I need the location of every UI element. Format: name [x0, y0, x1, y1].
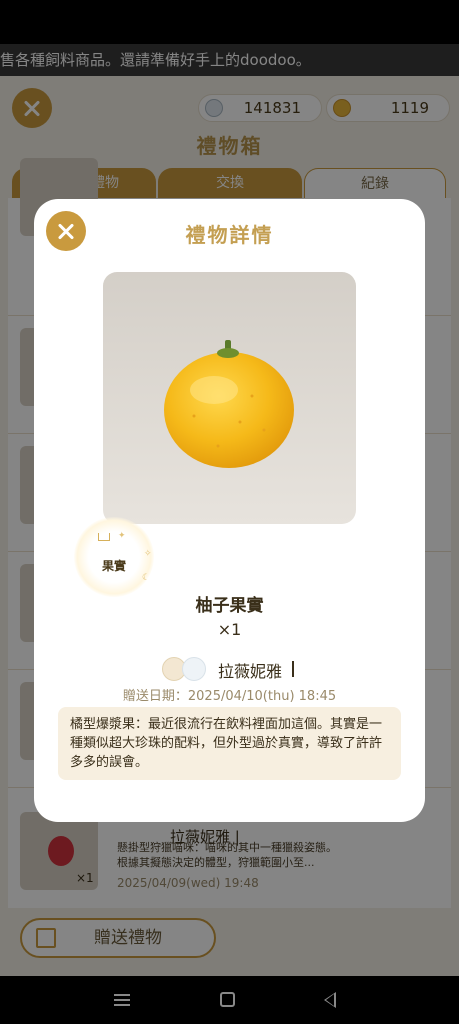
- gift-detail-modal: 禮物詳情 ✦ ✧ ☾ 果實 柚子果實 ×1 拉薇妮雅 贈送日期：2025/04/…: [34, 199, 425, 822]
- system-navigation-bar: [0, 976, 459, 1024]
- modal-title: 禮物詳情: [185, 223, 274, 247]
- star-icon: ✦: [118, 531, 126, 541]
- sender-row: 拉薇妮雅: [34, 655, 425, 685]
- item-image-card: [103, 272, 356, 524]
- crown-icon: [98, 533, 110, 541]
- send-date: 贈送日期：2025/04/10(thu) 18:45: [122, 689, 337, 704]
- sender-name: 拉薇妮雅: [218, 662, 283, 681]
- category-label: 果實: [101, 559, 126, 573]
- category-badge: ✦ ✧ ☾ 果實: [74, 517, 154, 597]
- back-icon[interactable]: [324, 992, 336, 1008]
- pomelo-image: [164, 340, 294, 468]
- sender-divider: [292, 661, 294, 677]
- item-name: 柚子果實: [195, 596, 264, 616]
- item-quantity: ×1: [217, 620, 242, 639]
- item-description: 橘型爆漿果：最近很流行在飲料裡面加這個。其實是一種類似超大珍珠的配料，但外型過於…: [58, 707, 401, 780]
- recent-apps-icon[interactable]: [114, 994, 130, 1006]
- home-icon[interactable]: [220, 992, 235, 1007]
- moon-icon: ☾: [142, 573, 151, 583]
- sender-frame-icon: [182, 657, 206, 681]
